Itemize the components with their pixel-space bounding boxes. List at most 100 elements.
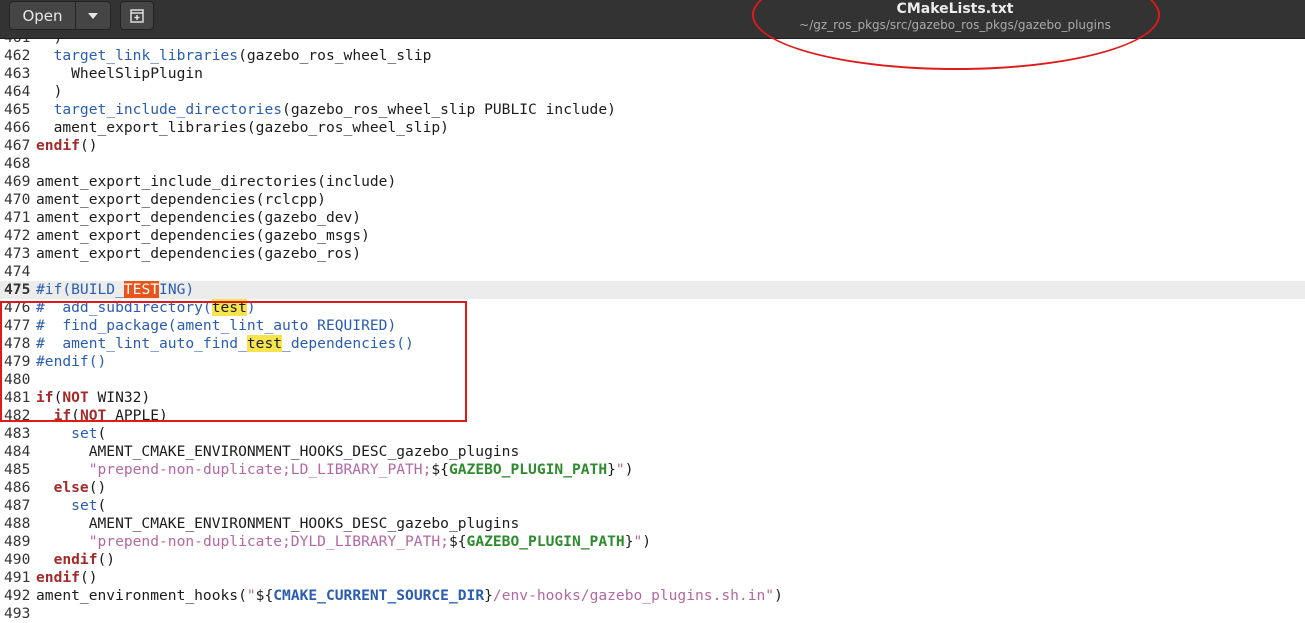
code-line[interactable]: 492 ament_environment_hooks("${CMAKE_CURR… bbox=[0, 587, 1305, 605]
line-code: "prepend-non-duplicate;LD_LIBRARY_PATH;$… bbox=[34, 461, 634, 479]
line-number: 473 bbox=[4, 245, 31, 262]
line-number: 480 bbox=[4, 371, 31, 388]
line-code: #if(BUILD_TESTING) bbox=[34, 281, 194, 299]
code-line[interactable]: 469 ament_export_include_directories(incl… bbox=[0, 173, 1305, 191]
code-line[interactable]: 490 endif() bbox=[0, 551, 1305, 569]
chevron-down-icon bbox=[88, 12, 98, 19]
code-line[interactable]: 484 AMENT_CMAKE_ENVIRONMENT_HOOKS_DESC_g… bbox=[0, 443, 1305, 461]
line-number: 490 bbox=[4, 551, 31, 568]
new-document-button[interactable] bbox=[120, 1, 154, 30]
line-number: 475 bbox=[4, 281, 31, 298]
code-line[interactable]: 474 bbox=[0, 263, 1305, 281]
line-number: 485 bbox=[4, 461, 31, 478]
code-line[interactable]: 486 else() bbox=[0, 479, 1305, 497]
code-line[interactable]: 493 bbox=[0, 605, 1305, 623]
code-token: AMENT_CMAKE_ENVIRONMENT_HOOKS_DESC_gazeb… bbox=[36, 443, 520, 460]
search-match: test bbox=[211, 299, 247, 316]
line-code: WheelSlipPlugin bbox=[34, 65, 203, 83]
code-line[interactable]: 472 ament_export_dependencies(gazebo_msgs… bbox=[0, 227, 1305, 245]
line-number: 481 bbox=[4, 389, 31, 406]
code-line[interactable]: 489 "prepend-non-duplicate;DYLD_LIBRARY_… bbox=[0, 533, 1305, 551]
open-dropdown-button[interactable] bbox=[76, 1, 111, 30]
code-token: # ament_lint_auto_find_ bbox=[36, 335, 247, 352]
code-line[interactable]: 488 AMENT_CMAKE_ENVIRONMENT_HOOKS_DESC_g… bbox=[0, 515, 1305, 533]
code-token: else bbox=[53, 479, 89, 496]
code-line[interactable]: 478 # ament_lint_auto_find_test_dependenc… bbox=[0, 335, 1305, 353]
code-token: ) bbox=[36, 83, 63, 100]
code-line[interactable]: 467 endif() bbox=[0, 137, 1305, 155]
code-line[interactable]: 483 set( bbox=[0, 425, 1305, 443]
line-code: ) bbox=[34, 83, 63, 101]
code-line[interactable]: 463 WheelSlipPlugin bbox=[0, 65, 1305, 83]
code-token: " bbox=[246, 587, 256, 604]
code-token: ament_export_dependencies(gazebo_dev) bbox=[36, 209, 362, 226]
code-line[interactable]: 462 target_link_libraries(gazebo_ros_whe… bbox=[0, 47, 1305, 65]
code-line[interactable]: 461 ) bbox=[0, 39, 1305, 47]
code-line[interactable]: 464 ) bbox=[0, 83, 1305, 101]
code-token: # find_package(ament_lint_auto REQUIRED) bbox=[36, 317, 397, 334]
line-code: set( bbox=[34, 497, 106, 515]
window-title-block: CMakeLists.txt ~/gz_ros_pkgs/src/gazebo_… bbox=[760, 0, 1150, 32]
line-number: 484 bbox=[4, 443, 31, 460]
code-token: ${ bbox=[448, 533, 467, 550]
line-number: 470 bbox=[4, 191, 31, 208]
line-code: target_include_directories(gazebo_ros_wh… bbox=[34, 101, 616, 119]
code-line[interactable]: 476 # add_subdirectory(test) bbox=[0, 299, 1305, 317]
line-number: 488 bbox=[4, 515, 31, 532]
line-number: 491 bbox=[4, 569, 31, 586]
code-token: ) bbox=[642, 533, 652, 550]
code-line[interactable]: 480 bbox=[0, 371, 1305, 389]
open-button[interactable]: Open bbox=[9, 1, 76, 30]
code-line[interactable]: 470 ament_export_dependencies(rclcpp) bbox=[0, 191, 1305, 209]
code-token: ament_export_include_directories(include… bbox=[36, 173, 397, 190]
code-token: " bbox=[615, 461, 625, 478]
code-token: target_include_directories bbox=[53, 101, 283, 118]
search-match: test bbox=[246, 335, 283, 352]
line-code: ament_export_dependencies(gazebo_msgs) bbox=[34, 227, 370, 245]
code-token: # add_subdirectory( bbox=[36, 299, 212, 316]
code-line[interactable]: 479 #endif() bbox=[0, 353, 1305, 371]
code-token: ${ bbox=[431, 461, 449, 478]
code-line[interactable]: 491 endif() bbox=[0, 569, 1305, 587]
code-line[interactable]: 466 ament_export_libraries(gazebo_ros_wh… bbox=[0, 119, 1305, 137]
code-line[interactable]: 487 set( bbox=[0, 497, 1305, 515]
line-code: else() bbox=[34, 479, 107, 497]
code-line[interactable]: 473 ament_export_dependencies(gazebo_ros) bbox=[0, 245, 1305, 263]
code-line[interactable]: 485 "prepend-non-duplicate;LD_LIBRARY_PA… bbox=[0, 461, 1305, 479]
line-number: 466 bbox=[4, 119, 31, 136]
line-code: target_link_libraries(gazebo_ros_wheel_s… bbox=[34, 47, 432, 65]
code-line[interactable]: 477 # find_package(ament_lint_auto REQUIR… bbox=[0, 317, 1305, 335]
code-token: WheelSlipPlugin bbox=[36, 65, 203, 82]
line-code: endif() bbox=[34, 551, 116, 569]
code-line[interactable]: 475 #if(BUILD_TESTING) bbox=[0, 281, 1305, 299]
code-line[interactable]: 481 if(NOT WIN32) bbox=[0, 389, 1305, 407]
code-editor[interactable]: 461 )462 target_link_libraries(gazebo_ro… bbox=[0, 39, 1305, 623]
code-line[interactable]: 465 target_include_directories(gazebo_ro… bbox=[0, 101, 1305, 119]
code-token: () bbox=[79, 137, 98, 154]
code-token: } bbox=[484, 587, 493, 604]
code-token: #if(BUILD_ bbox=[36, 281, 124, 298]
code-token: endif bbox=[53, 551, 98, 568]
code-token: (gazebo_ros_wheel_slip PUBLIC include) bbox=[282, 101, 616, 118]
current-search-match: TEST bbox=[123, 281, 160, 298]
code-line[interactable]: 471 ament_export_dependencies(gazebo_dev) bbox=[0, 209, 1305, 227]
line-number: 482 bbox=[4, 407, 31, 424]
line-number: 477 bbox=[4, 317, 31, 334]
line-number: 474 bbox=[4, 263, 31, 280]
code-token: () bbox=[97, 551, 116, 568]
code-token: GAZEBO_PLUGIN_PATH bbox=[448, 461, 608, 478]
code-token: #endif() bbox=[36, 353, 107, 370]
code-line[interactable]: 468 bbox=[0, 155, 1305, 173]
line-number: 462 bbox=[4, 47, 31, 64]
line-number: 486 bbox=[4, 479, 31, 496]
line-code: # add_subdirectory(test) bbox=[34, 299, 256, 317]
line-number: 461 bbox=[0, 39, 34, 47]
code-line[interactable]: 482 if(NOT APPLE) bbox=[0, 407, 1305, 425]
code-token: } bbox=[607, 461, 616, 478]
line-code: #endif() bbox=[34, 353, 106, 371]
